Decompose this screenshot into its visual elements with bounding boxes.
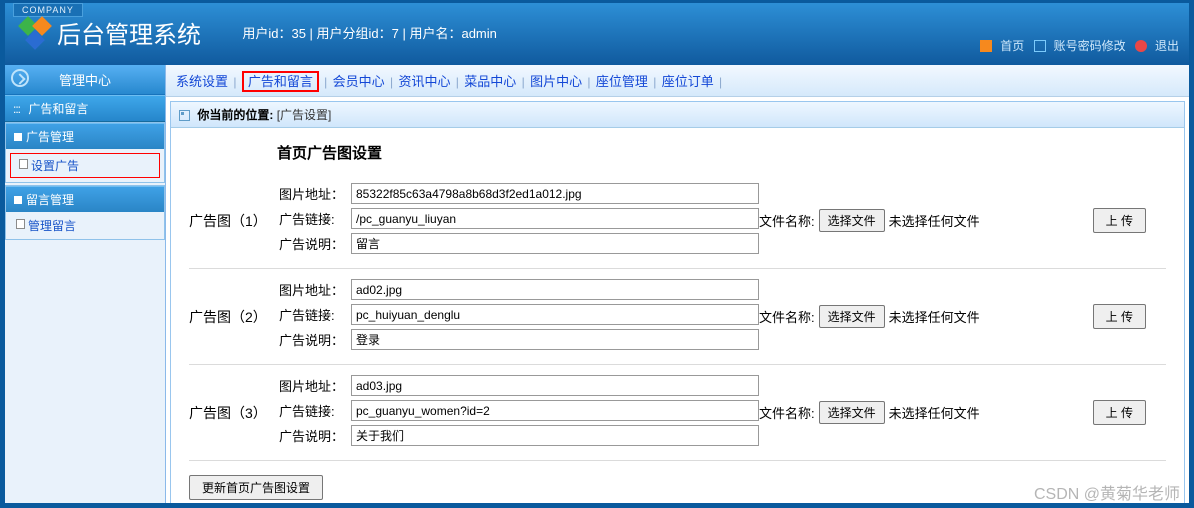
top-bar: COMPANY 后台管理系统 用户id：35 | 用户分组id：7 | 用户名：… <box>0 0 1194 65</box>
nav-item-4[interactable]: 菜品中心 <box>464 74 516 89</box>
ad-block-1: 广告图（1） 图片地址： 广告链接: 广告说明： 文件名称: 选择文件 未选择任… <box>189 173 1166 269</box>
ad-desc-input[interactable] <box>351 233 759 254</box>
system-title: 后台管理系统 <box>57 15 201 50</box>
nav-item-6[interactable]: 座位管理 <box>596 74 648 89</box>
nav-item-7[interactable]: 座位订单 <box>662 74 714 89</box>
watermark: CSDN @黄菊华老师 <box>1034 480 1180 504</box>
ad-desc-input[interactable] <box>351 425 759 446</box>
nav-item-1[interactable]: 广告和留言 <box>242 71 319 92</box>
author-footer: 作者QQ：45157718 <box>189 500 1166 503</box>
logout-link[interactable]: 退出 <box>1135 39 1179 53</box>
upload-button[interactable]: 上 传 <box>1093 208 1146 233</box>
image-path-input[interactable] <box>351 183 759 204</box>
collapse-icon[interactable] <box>11 69 29 87</box>
grid-icon <box>179 110 190 121</box>
company-tag: COMPANY <box>13 3 83 17</box>
account-icon <box>1034 40 1046 52</box>
logo-icon <box>21 19 49 47</box>
top-actions: 首页 账号密码修改 退出 <box>974 37 1179 54</box>
breadcrumb: 你当前的位置: [广告设置] <box>171 102 1184 128</box>
choose-file-button[interactable]: 选择文件 <box>819 305 885 328</box>
ad-link-input[interactable] <box>351 208 759 229</box>
page-title: 首页广告图设置 <box>189 138 1166 173</box>
sidebar-category[interactable]: ::: 广告和留言 <box>5 95 165 122</box>
image-path-input[interactable] <box>351 279 759 300</box>
home-icon <box>980 40 992 52</box>
ad-title: 广告图（3） <box>189 403 279 423</box>
sidebar: 管理中心 ::: 广告和留言 广告管理 设置广告 留言管理 管理留言 <box>5 65 166 503</box>
nav-item-5[interactable]: 图片中心 <box>530 74 582 89</box>
ad-link-input[interactable] <box>351 400 759 421</box>
nav-item-3[interactable]: 资讯中心 <box>398 74 450 89</box>
no-file-text: 未选择任何文件 <box>889 211 980 230</box>
upload-button[interactable]: 上 传 <box>1093 304 1146 329</box>
ad-block-2: 广告图（2） 图片地址： 广告链接: 广告说明： 文件名称: 选择文件 未选择任… <box>189 269 1166 365</box>
ad-title: 广告图（1） <box>189 211 279 231</box>
sidebar-item-set-ad[interactable]: 设置广告 <box>10 153 160 178</box>
nav-item-2[interactable]: 会员中心 <box>333 74 385 89</box>
no-file-text: 未选择任何文件 <box>889 307 980 326</box>
sidebar-section-ad[interactable]: 广告管理 <box>6 123 164 149</box>
power-icon <box>1135 40 1147 52</box>
sidebar-item-manage-msg[interactable]: 管理留言 <box>6 212 164 239</box>
change-password-link[interactable]: 账号密码修改 <box>1034 39 1126 53</box>
upload-button[interactable]: 上 传 <box>1093 400 1146 425</box>
no-file-text: 未选择任何文件 <box>889 403 980 422</box>
breadcrumb-current[interactable]: [广告设置] <box>277 108 332 122</box>
ad-block-3: 广告图（3） 图片地址： 广告链接: 广告说明： 文件名称: 选择文件 未选择任… <box>189 365 1166 461</box>
ad-title: 广告图（2） <box>189 307 279 327</box>
nav-item-0[interactable]: 系统设置 <box>176 74 228 89</box>
update-button[interactable]: 更新首页广告图设置 <box>189 475 323 500</box>
ad-link-input[interactable] <box>351 304 759 325</box>
choose-file-button[interactable]: 选择文件 <box>819 401 885 424</box>
sidebar-section-msg[interactable]: 留言管理 <box>6 186 164 212</box>
ad-desc-input[interactable] <box>351 329 759 350</box>
choose-file-button[interactable]: 选择文件 <box>819 209 885 232</box>
image-path-input[interactable] <box>351 375 759 396</box>
top-nav: 系统设置 | 广告和留言 | 会员中心 | 资讯中心 | 菜品中心 | 图片中心… <box>166 65 1189 97</box>
home-link[interactable]: 首页 <box>980 39 1024 53</box>
sidebar-header: 管理中心 <box>5 65 165 95</box>
user-info: 用户id：35 | 用户分组id：7 | 用户名：admin <box>242 23 497 58</box>
